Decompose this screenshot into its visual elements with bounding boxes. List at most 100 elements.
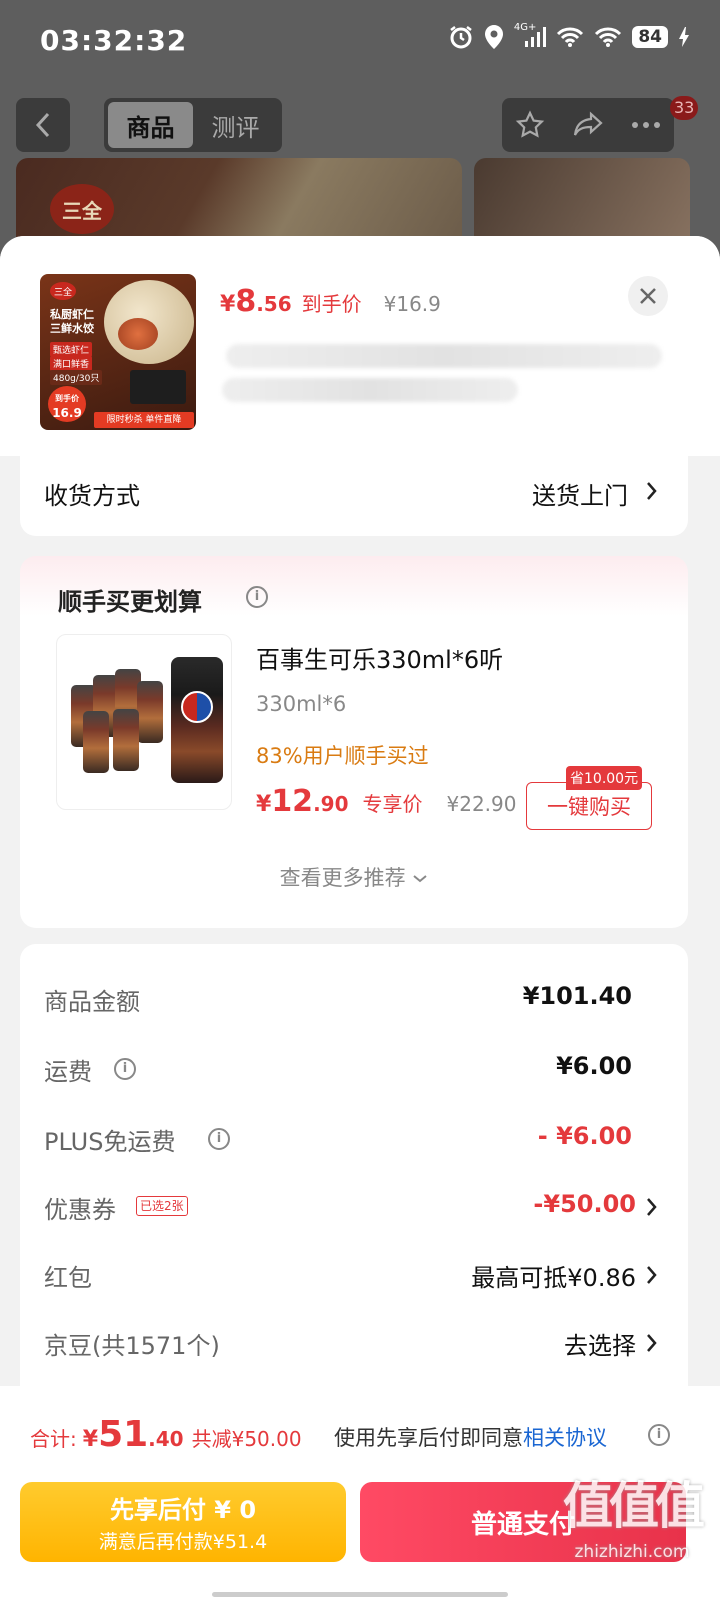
thumb-title-line1: 私厨虾仁 [50, 308, 94, 321]
product-price-label: 到手价 [301, 292, 362, 316]
info-icon[interactable]: i [246, 586, 268, 608]
product-price-row: ¥8.56 到手价 ¥16.9 [220, 284, 441, 319]
thumb-tag-1: 甄选虾仁 [50, 342, 93, 357]
charging-icon [679, 27, 689, 47]
thumb-price-badge-label: 到手价 [55, 394, 79, 403]
pay-later-button[interactable]: 先享后付 ¥ 0 满意后再付款¥51.4 [20, 1482, 346, 1562]
product-thumbnail: 三全 私厨虾仁 三鲜水饺 甄选虾仁 满口鲜香 480g/30只 到手价 16.9 限… [40, 274, 196, 430]
recommend-original-price: ¥22.90 [446, 792, 517, 816]
agreement-link[interactable]: 相关协议 [523, 1426, 607, 1450]
thumb-tag-3: 480g/30只 [50, 370, 103, 385]
message-badge: 33 [670, 96, 699, 120]
thumb-price-badge-value: 16.9 [52, 406, 82, 420]
total-dec: .40 [148, 1427, 184, 1451]
coupon-label: 优惠券 [44, 1196, 116, 1224]
recommend-card: 顺手买更划算 i 百事生可乐330ml*6听 330ml*6 83%用户顺手买过… [20, 556, 688, 928]
plus-info-icon[interactable]: i [208, 1128, 230, 1150]
goods-amount-row: 商品金额 ¥101.40 [20, 982, 688, 1022]
total-row: 合计: ¥51.40 共减¥50.00 [30, 1414, 302, 1455]
recommend-price-tag: 专享价 [362, 792, 423, 816]
red-packet-label: 红包 [44, 1264, 92, 1292]
thumb-title-line2: 三鲜水饺 [50, 322, 94, 335]
chevron-right-icon [647, 1198, 657, 1216]
alarm-icon [450, 26, 472, 49]
can-image [83, 711, 109, 773]
recommend-product-image[interactable] [56, 634, 232, 810]
blurred-address-line-1 [226, 344, 662, 368]
product-original-price: ¥16.9 [383, 292, 441, 316]
product-header: 三全 私厨虾仁 三鲜水饺 甄选虾仁 满口鲜香 480g/30只 到手价 16.9 限… [0, 236, 720, 456]
plus-free-shipping-value: - ¥6.00 [537, 1122, 632, 1150]
delivery-value: 送货上门 [532, 482, 628, 510]
wifi-icon [557, 27, 584, 47]
shipping-row: 运费 i ¥6.00 [20, 1052, 688, 1092]
chevron-left-icon [35, 112, 50, 138]
agreement-text: 使用先享后付即同意相关协议 [334, 1422, 607, 1452]
thumb-price-badge: 到手价 16.9 [48, 386, 86, 422]
recommend-product-spec: 330ml*6 [256, 692, 347, 716]
delivery-label: 收货方式 [44, 482, 140, 510]
can-image [113, 709, 139, 771]
close-icon [640, 288, 656, 304]
chevron-right-icon [647, 1266, 657, 1284]
coupon-row[interactable]: 优惠券 已选2张 -¥50.00 [20, 1190, 688, 1230]
recommend-price-currency: ¥ [256, 792, 272, 817]
product-price-int: 8 [235, 284, 257, 319]
jd-beans-row[interactable]: 京豆(共1571个) 去选择 [20, 1326, 688, 1366]
save-badge: 省10.00元 [566, 766, 643, 790]
more-icon[interactable] [631, 121, 661, 129]
chevron-down-icon [413, 875, 427, 883]
status-bar: 03:32:32 4G+ 84 [0, 0, 720, 80]
plus-free-shipping-label: PLUS免运费 [44, 1128, 176, 1156]
chevron-right-icon [647, 1334, 657, 1352]
tab-review[interactable]: 测评 [193, 102, 278, 148]
share-icon[interactable] [572, 110, 604, 140]
product-price-dec: .56 [256, 292, 292, 316]
agreement-label: 使用先享后付即同意 [334, 1426, 523, 1450]
red-packet-row[interactable]: 红包 最高可抵¥0.86 [20, 1258, 688, 1298]
thumb-promo: 限时秒杀 单件直降 [94, 412, 194, 428]
total-int: 51 [98, 1414, 149, 1455]
close-button[interactable] [628, 276, 668, 316]
background-brand-logo: 三全 [50, 184, 114, 234]
agreement-info-icon[interactable]: i [648, 1424, 670, 1446]
goods-amount-value: ¥101.40 [522, 982, 632, 1010]
status-icons: 4G+ 84 [448, 21, 690, 50]
shipping-info-icon[interactable]: i [114, 1058, 136, 1080]
coupon-value: -¥50.00 [533, 1190, 636, 1218]
more-recommendations-link[interactable]: 查看更多推荐 [20, 862, 688, 892]
nav-actions [502, 98, 674, 152]
thumb-package [130, 370, 186, 404]
battery-level: 84 [632, 26, 668, 48]
shipping-value: ¥6.00 [556, 1052, 632, 1080]
wifi-icon-2 [595, 27, 622, 47]
watermark: 值值值 zhizhizhi.com [552, 1476, 712, 1596]
pepsi-logo [181, 691, 213, 723]
back-button[interactable] [16, 98, 70, 152]
blurred-address-line-2 [222, 378, 518, 402]
recommend-price-int: 12 [271, 784, 314, 819]
recommend-product-name[interactable]: 百事生可乐330ml*6听 [256, 640, 503, 675]
can-image [137, 681, 163, 743]
tab-product[interactable]: 商品 [108, 102, 193, 148]
total-saved: 共减¥50.00 [191, 1427, 302, 1451]
product-price-currency: ¥ [220, 292, 236, 317]
star-icon[interactable] [515, 110, 545, 140]
order-summary-card: 商品金额 ¥101.40 运费 i ¥6.00 PLUS免运费 i - ¥6.0… [20, 944, 688, 1414]
thumb-title: 私厨虾仁 三鲜水饺 [50, 308, 94, 336]
location-icon [484, 25, 503, 49]
nav-tabs: 商品 测评 [104, 98, 282, 152]
more-recommendations-label: 查看更多推荐 [279, 866, 406, 890]
plus-free-shipping-row: PLUS免运费 i - ¥6.00 [20, 1122, 688, 1162]
thumb-tag-2: 满口鲜香 [50, 356, 93, 371]
home-indicator[interactable] [212, 1592, 508, 1597]
chevron-right-icon [647, 482, 657, 500]
watermark-url: zhizhizhi.com [574, 1542, 690, 1562]
shipping-label: 运费 [44, 1058, 92, 1086]
pay-later-sublabel: 满意后再付款¥51.4 [98, 1531, 268, 1553]
watermark-logo: 值值值 [563, 1477, 705, 1535]
delivery-method-row[interactable]: 收货方式 送货上门 [20, 454, 688, 536]
network-type: 4G+ [513, 21, 537, 33]
jd-beans-label: 京豆(共1571个) [44, 1332, 220, 1360]
total-label: 合计: [30, 1427, 77, 1451]
